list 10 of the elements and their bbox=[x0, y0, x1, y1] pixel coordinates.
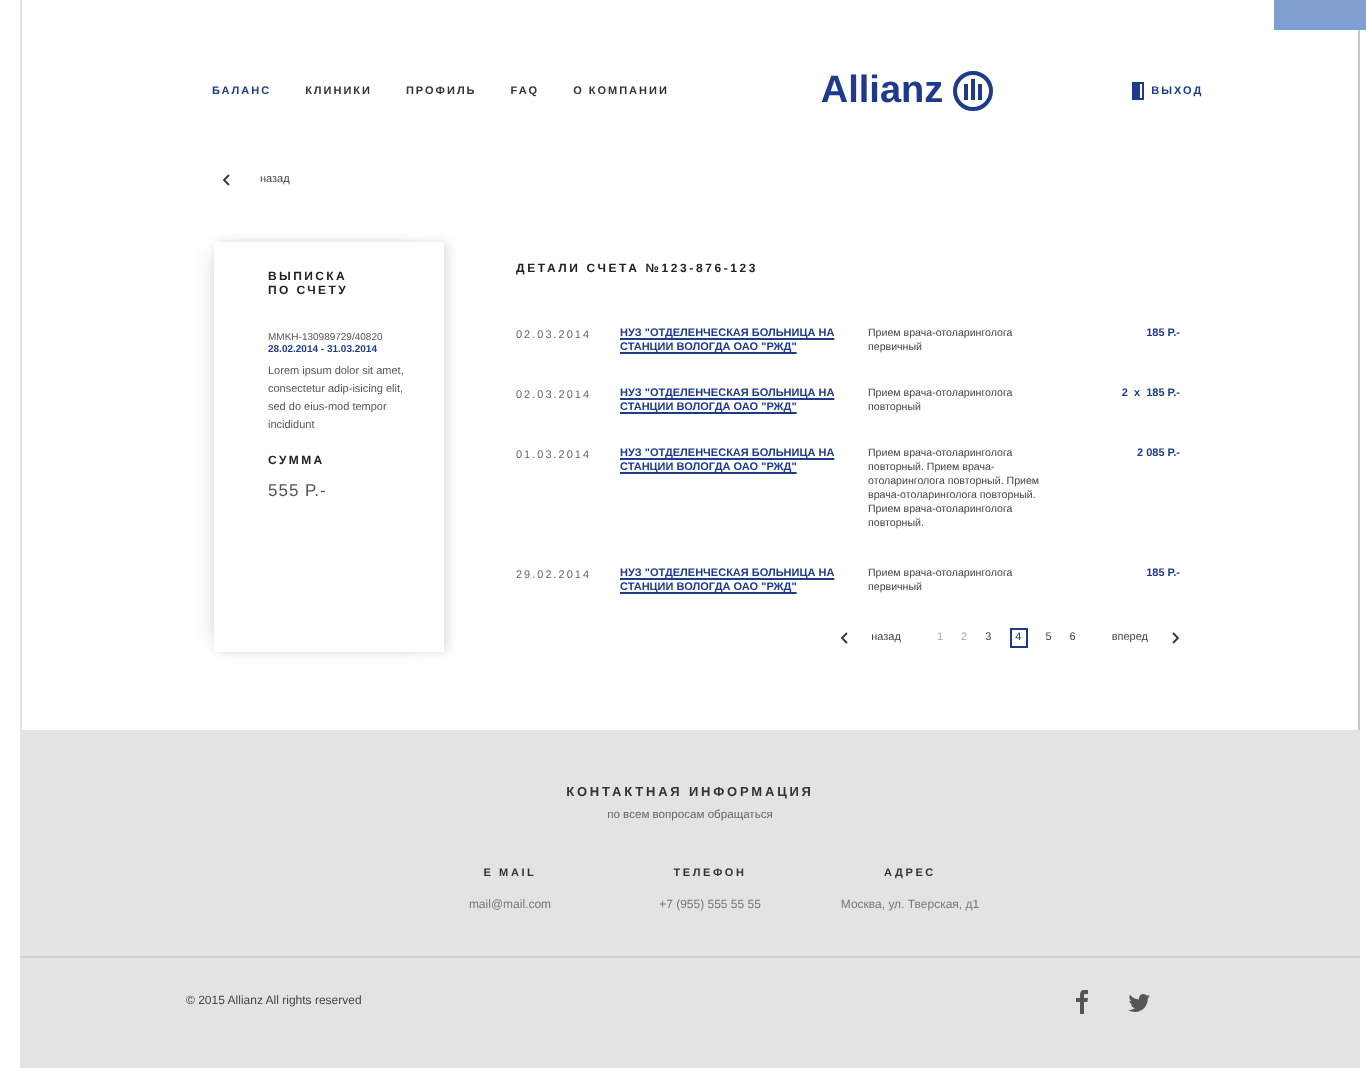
chevron-left-icon bbox=[839, 632, 848, 644]
logo-text: Allianz bbox=[820, 69, 944, 113]
door-icon bbox=[1131, 82, 1144, 100]
twitter-icon[interactable] bbox=[1128, 993, 1150, 1011]
chevron-right-icon bbox=[1172, 632, 1180, 644]
chevron-left-icon bbox=[222, 174, 230, 186]
sum-value: 555 Р.- bbox=[268, 480, 329, 500]
facebook-icon[interactable] bbox=[1076, 990, 1088, 1014]
corner-block bbox=[1274, 0, 1366, 30]
logo-icon bbox=[951, 70, 994, 112]
